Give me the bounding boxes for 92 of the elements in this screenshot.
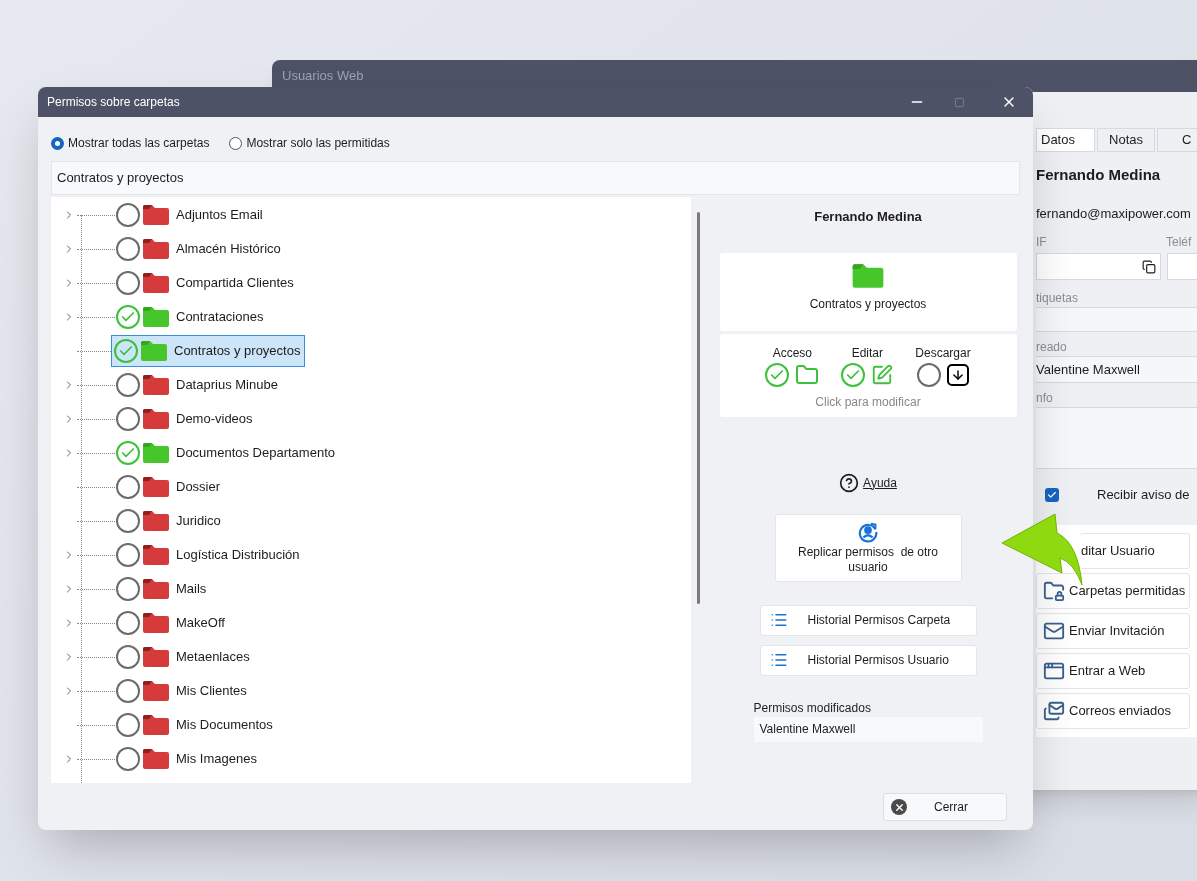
close-button[interactable]: Cerrar [883, 793, 1007, 821]
copy-icon[interactable] [1141, 259, 1156, 274]
folder-icon [142, 544, 170, 566]
history-button[interactable]: Historial Permisos Carpeta [759, 604, 977, 636]
email-text: fernando@maxipower.com [1036, 204, 1192, 223]
permission-label: Acceso [772, 344, 812, 362]
folder-icon [142, 646, 170, 668]
field-label: nfo [1036, 390, 1054, 407]
download-icon [947, 363, 969, 386]
folder-icon [142, 374, 170, 396]
tree-item[interactable]: Demo-videos [115, 403, 258, 435]
tree-item[interactable]: Almacén Histórico [115, 233, 286, 265]
folder-icon [795, 362, 820, 387]
checkbox[interactable] [1045, 488, 1059, 502]
field-label: reado [1036, 339, 1068, 356]
help-link[interactable]: Ayuda [839, 472, 897, 493]
folder-icon [142, 306, 170, 328]
permission-label: Descargar [915, 344, 971, 362]
history-button[interactable]: Historial Permisos Usuario [759, 644, 977, 676]
tree-item[interactable]: Metaenlaces [115, 641, 255, 673]
tree-item[interactable]: Mis Imagenes [115, 743, 262, 775]
tree-item[interactable]: Dossier [115, 471, 226, 503]
list-icon [769, 611, 788, 629]
tree-item[interactable]: Adjuntos Email [115, 199, 268, 231]
folder-icon [142, 612, 170, 634]
folder-icon [142, 680, 170, 702]
mails-icon [1043, 700, 1065, 722]
path-bar: Contratos y proyectos [51, 161, 1020, 195]
tree-item[interactable]: MakeOff [115, 607, 230, 639]
tree-item[interactable]: Juridico [115, 505, 226, 537]
radio-option[interactable]: Mostrar solo las permitidas [229, 134, 390, 152]
folder-icon [142, 578, 170, 600]
help-icon [839, 472, 860, 493]
folder-icon [142, 238, 170, 260]
tab[interactable]: Datos [1036, 128, 1095, 152]
check-icon [1047, 490, 1057, 500]
tree-item[interactable]: Mails [115, 573, 212, 605]
replicate-button[interactable]: Replicar permisos de otro usuario [774, 513, 962, 582]
field-label: Permisos modificados [753, 699, 872, 717]
browser-icon [1043, 660, 1065, 682]
action-button[interactable]: ditar Usuario [1080, 533, 1190, 569]
action-button[interactable]: Entrar a Web [1036, 653, 1190, 689]
tags-field[interactable] [1036, 307, 1197, 332]
tree-item[interactable]: Compartida Clientes [115, 267, 299, 299]
close-icon [891, 799, 907, 815]
folder-icon [140, 340, 168, 362]
field-label: tiquetas [1036, 290, 1080, 307]
user-name: Fernando Medina [1036, 165, 1162, 185]
folder-lock-icon [1043, 580, 1065, 602]
nif-field[interactable] [1036, 253, 1161, 280]
window-title: Usuarios Web [282, 67, 364, 86]
permission-label: Editar [851, 344, 883, 362]
folder-icon [142, 204, 170, 226]
tree-item[interactable]: Documentos Departamento [115, 437, 340, 469]
tree-item[interactable]: Mis Documentos [115, 709, 278, 741]
field-label: IF [1036, 234, 1048, 251]
mail-icon [1043, 620, 1065, 642]
folder-icon [142, 714, 170, 736]
action-button[interactable]: Correos enviados [1036, 693, 1190, 729]
action-button[interactable]: Carpetas permitidas [1036, 573, 1190, 609]
tree-item[interactable]: Dataprius Minube [115, 369, 283, 401]
hint-text: Click para modificar [815, 393, 921, 411]
tree-item[interactable]: Logística Distribución [115, 539, 305, 571]
created-field: Valentine Maxwell [1036, 356, 1197, 383]
field-label: Teléf [1166, 234, 1192, 251]
modified-field: Valentine Maxwell [753, 716, 983, 742]
folder-icon [142, 408, 170, 430]
scrollbar[interactable] [697, 212, 700, 604]
tree-item[interactable]: Contratos y proyectos [111, 335, 306, 367]
radio-icon[interactable] [51, 136, 64, 150]
folder-icon [142, 510, 170, 532]
list-icon [769, 651, 788, 669]
folder-icon [851, 262, 885, 289]
info-field[interactable] [1036, 407, 1197, 469]
edit-icon [871, 363, 894, 386]
tree-item[interactable]: Contrataciones [115, 301, 269, 333]
radio-option[interactable]: Mostrar todas las carpetas [51, 134, 210, 152]
tree-item[interactable]: Mis Clientes [115, 675, 252, 707]
checkbox-label: Recibir aviso de [1097, 486, 1190, 505]
folder-icon [142, 272, 170, 294]
folder-name: Contratos y proyectos [809, 295, 927, 313]
user-name: Fernando Medina [814, 208, 922, 226]
window-title: Permisos sobre carpetas [47, 94, 181, 111]
maximize-icon[interactable] [954, 96, 965, 108]
radio-icon[interactable] [229, 136, 243, 150]
action-button[interactable]: Enviar Invitación [1036, 613, 1190, 649]
user-refresh-icon [857, 520, 879, 543]
folder-icon [142, 442, 170, 464]
tab[interactable]: Notas [1096, 128, 1156, 152]
folder-icon [142, 476, 170, 498]
folder-icon [142, 748, 170, 770]
tab[interactable]: C [1157, 128, 1197, 152]
